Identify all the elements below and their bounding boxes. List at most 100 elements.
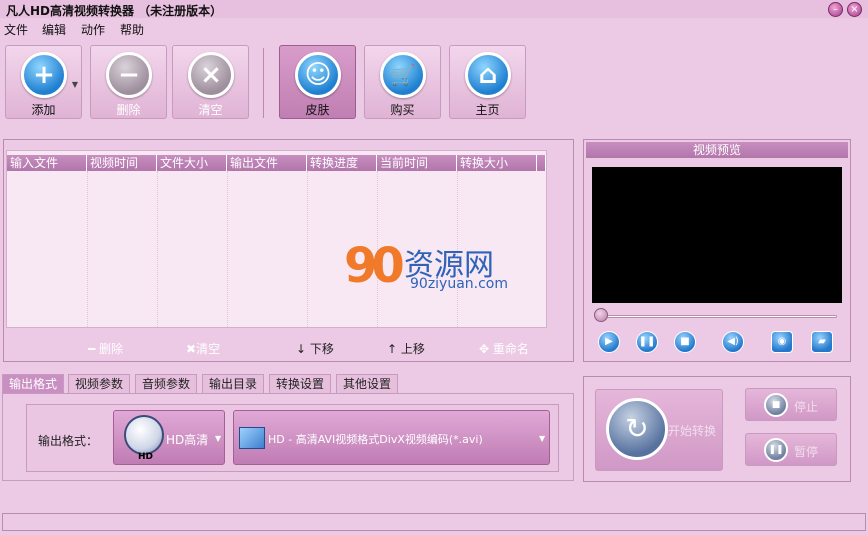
tab-output-format[interactable]: 输出格式 <box>2 374 65 393</box>
tab-other-settings[interactable]: 其他设置 <box>336 374 399 393</box>
clear-icon: × <box>188 52 234 98</box>
watermark: 90 资源网 90ziyuan.com <box>344 236 524 298</box>
column-header-converted-size[interactable]: 转换大小 <box>457 155 537 171</box>
window-title: 凡人HD高清视频转换器 （未注册版本） <box>6 4 223 18</box>
menu-action[interactable]: 动作 <box>81 21 105 38</box>
column-header-video-time[interactable]: 视频时间 <box>87 155 157 171</box>
smiley-icon: ☺ <box>295 52 341 98</box>
play-icon: ▶ <box>605 336 613 347</box>
pause-convert-label: 暂停 <box>794 445 819 459</box>
minimize-button[interactable]: – <box>828 2 843 17</box>
home-label: 主页 <box>475 103 500 117</box>
clear-button[interactable]: × 清空 <box>172 45 249 119</box>
hd-tag: HD <box>138 452 154 462</box>
list-clear-button[interactable]: ✖清空 <box>186 340 220 357</box>
status-bar <box>2 513 866 531</box>
close-icon: × <box>850 4 859 15</box>
move-cross-icon: ✥ <box>479 342 493 356</box>
preview-screen <box>592 167 842 303</box>
volume-icon: ◀) <box>727 336 739 347</box>
rename-button[interactable]: ✥ 重命名 <box>479 340 529 357</box>
skin-button[interactable]: ☺ 皮肤 <box>279 45 356 119</box>
start-convert-button[interactable]: ↻ 开始转换 <box>595 389 723 471</box>
list-clear-label: 清空 <box>196 342 221 356</box>
toolbar-divider <box>263 48 264 118</box>
watermark-url: 90ziyuan.com <box>410 276 509 292</box>
menu-help[interactable]: 帮助 <box>120 21 144 38</box>
column-divider <box>157 171 158 329</box>
add-button[interactable]: + ▼ 添加 <box>5 45 82 119</box>
pause-convert-button[interactable]: ❚❚ 暂停 <box>745 433 837 466</box>
pause-icon: ❚❚ <box>638 336 656 347</box>
column-header-file-size[interactable]: 文件大小 <box>157 155 227 171</box>
pause-icon: ❚❚ <box>764 438 788 462</box>
tab-video-params[interactable]: 视频参数 <box>68 374 131 393</box>
tab-audio-params[interactable]: 音频参数 <box>135 374 198 393</box>
stop-icon: ■ <box>680 336 690 347</box>
volume-button[interactable]: ◀) <box>722 331 744 353</box>
buy-label: 购买 <box>390 103 415 117</box>
delete-label: 删除 <box>116 103 141 117</box>
column-divider <box>227 171 228 329</box>
column-header-extra[interactable] <box>537 155 546 171</box>
play-button[interactable]: ▶ <box>598 331 620 353</box>
camera-icon: ◉ <box>777 336 787 347</box>
format-category-value: HD高清 <box>166 433 209 447</box>
move-up-label: 上移 <box>400 342 425 356</box>
menu-edit[interactable]: 编辑 <box>42 21 66 38</box>
column-header-current-time[interactable]: 当前时间 <box>377 155 457 171</box>
snapshot-button[interactable]: ◉ <box>771 331 793 353</box>
seek-handle[interactable] <box>594 308 608 322</box>
stop-button[interactable]: ■ <box>674 331 696 353</box>
add-label: 添加 <box>31 103 56 117</box>
arrow-down-icon: ↓ <box>296 342 310 356</box>
cart-icon: 🛒 <box>380 52 426 98</box>
output-format-select[interactable]: HD - 高清AVI视频格式DivX视频编码(*.avi) ▼ <box>233 410 550 465</box>
buy-button[interactable]: 🛒 购买 <box>364 45 441 119</box>
output-format-value: HD - 高清AVI视频格式DivX视频编码(*.avi) <box>268 433 483 446</box>
minimize-icon: – <box>833 4 838 15</box>
skin-label: 皮肤 <box>305 103 330 117</box>
stop-convert-button[interactable]: ■ 停止 <box>745 388 837 421</box>
format-category-dropdown[interactable]: HD HD高清 ▼ <box>113 410 225 465</box>
rename-label: 重命名 <box>492 342 529 356</box>
stop-convert-label: 停止 <box>794 400 819 414</box>
output-format-label: 输出格式： <box>38 434 99 448</box>
video-preview-panel: 视频预览 <box>583 139 851 362</box>
clear-icon: ✖ <box>186 342 197 356</box>
home-icon: ⌂ <box>465 52 511 98</box>
column-header-output-file[interactable]: 输出文件 <box>227 155 307 171</box>
close-button[interactable]: × <box>847 2 862 17</box>
clear-label: 清空 <box>198 103 223 117</box>
tab-convert-settings[interactable]: 转换设置 <box>269 374 332 393</box>
tab-output-dir[interactable]: 输出目录 <box>202 374 265 393</box>
column-header-progress[interactable]: 转换进度 <box>307 155 377 171</box>
delete-button[interactable]: − 删除 <box>90 45 167 119</box>
list-delete-button[interactable]: ━ 删除 <box>88 340 123 357</box>
cube-icon <box>239 427 265 449</box>
film-reel-icon <box>124 415 164 455</box>
pause-button[interactable]: ❚❚ <box>636 331 658 353</box>
arrow-up-icon: ↑ <box>387 342 401 356</box>
preview-seek-bar[interactable] <box>597 315 837 318</box>
folder-icon: ▰ <box>818 336 826 347</box>
home-button[interactable]: ⌂ 主页 <box>449 45 526 119</box>
move-up-button[interactable]: ↑ 上移 <box>387 340 425 357</box>
column-divider <box>87 171 88 329</box>
minus-icon: ━ <box>88 342 100 356</box>
column-header-input-file[interactable]: 输入文件 <box>7 155 87 171</box>
chevron-down-icon[interactable]: ▼ <box>72 80 78 89</box>
move-down-label: 下移 <box>309 342 334 356</box>
preview-title: 视频预览 <box>586 142 848 158</box>
chevron-down-icon: ▼ <box>215 434 222 443</box>
column-divider <box>307 171 308 329</box>
menu-file[interactable]: 文件 <box>4 21 28 38</box>
list-delete-label: 删除 <box>99 342 124 356</box>
add-icon: + <box>21 52 67 98</box>
refresh-arrow-icon: ↻ <box>606 398 668 460</box>
stop-icon: ■ <box>764 393 788 417</box>
open-folder-button[interactable]: ▰ <box>811 331 833 353</box>
start-convert-label: 开始转换 <box>668 424 717 438</box>
move-down-button[interactable]: ↓ 下移 <box>296 340 334 357</box>
minus-icon: − <box>106 52 152 98</box>
